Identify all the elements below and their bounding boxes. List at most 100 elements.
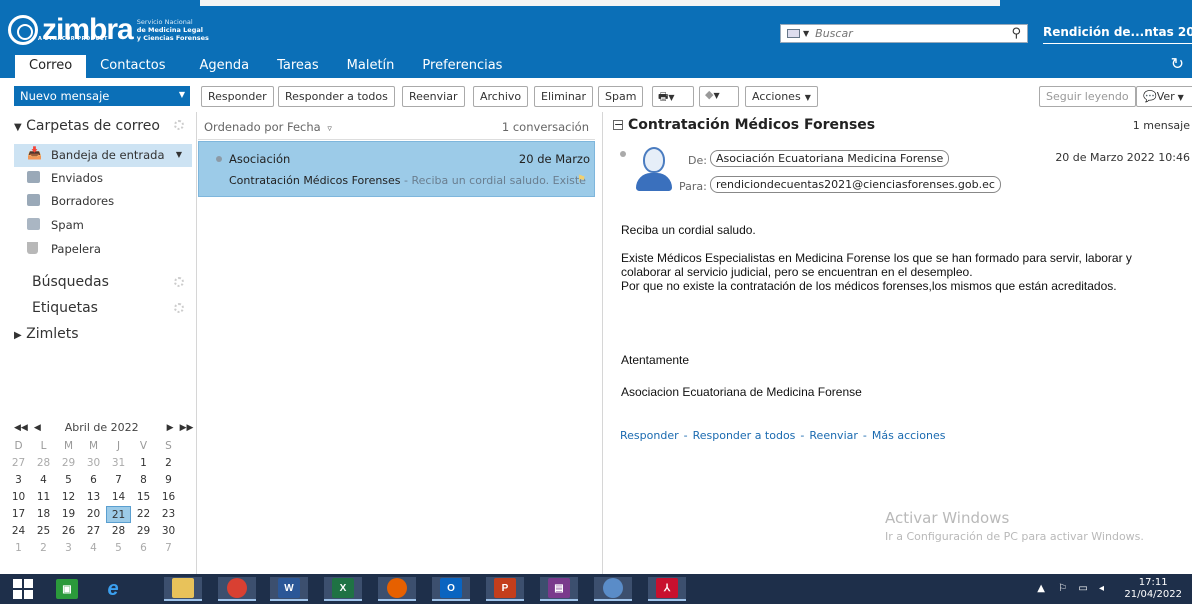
forward-link[interactable]: Reenviar: [809, 429, 858, 442]
clock[interactable]: 17:11 21/04/2022: [1124, 577, 1182, 601]
print-button[interactable]: 🖶▼: [652, 86, 694, 107]
next-year-icon[interactable]: ▶▶: [180, 423, 194, 433]
tags-header[interactable]: Etiquetas: [32, 300, 98, 316]
calendar-day[interactable]: 27: [6, 455, 31, 472]
calendar-day[interactable]: 17: [6, 506, 31, 523]
calendar-day[interactable]: 3: [6, 472, 31, 489]
calendar-day[interactable]: 1: [131, 455, 156, 472]
calendar-day[interactable]: 2: [31, 540, 56, 557]
calendar-day[interactable]: 2: [156, 455, 181, 472]
calendar-day[interactable]: 4: [31, 472, 56, 489]
from-address[interactable]: Asociación Ecuatoriana Medicina Forense: [710, 150, 950, 167]
calendar-day[interactable]: 28: [106, 523, 131, 540]
view-button[interactable]: 💬Ver ▼: [1136, 86, 1192, 107]
collapse-icon[interactable]: −: [613, 119, 623, 130]
pane-divider[interactable]: [196, 112, 197, 574]
to-address[interactable]: rendiciondecuentas2021@cienciasforenses.…: [710, 176, 1001, 193]
calendar-day[interactable]: 29: [56, 455, 81, 472]
calendar-day[interactable]: 30: [81, 455, 106, 472]
calendar-day[interactable]: 12: [56, 489, 81, 506]
keep-reading-button[interactable]: Seguir leyendo: [1039, 86, 1136, 107]
expand-triangle-icon[interactable]: ▶: [14, 330, 22, 341]
tab-preferencias[interactable]: Preferencias: [408, 55, 516, 78]
search-icon[interactable]: ⚲: [1011, 26, 1021, 41]
calendar-day[interactable]: 30: [156, 523, 181, 540]
calendar-day[interactable]: 5: [106, 540, 131, 557]
chevron-down-icon[interactable]: ▼: [179, 90, 185, 99]
next-month-icon[interactable]: ▶: [167, 423, 174, 433]
sort-icon[interactable]: ▿: [327, 124, 332, 134]
chevron-down-icon[interactable]: ▼: [803, 29, 809, 38]
taskbar-chrome[interactable]: [218, 577, 256, 601]
taskbar-explorer[interactable]: [164, 577, 202, 601]
sort-label[interactable]: Ordenado por Fecha: [204, 120, 321, 134]
calendar-day[interactable]: 18: [31, 506, 56, 523]
volume-icon[interactable]: ◂: [1099, 583, 1104, 594]
sidebar-item-trash[interactable]: Papelera: [14, 238, 192, 261]
calendar-day[interactable]: 6: [81, 472, 106, 489]
user-menu[interactable]: Rendición de...ntas 2021▼: [1043, 25, 1192, 44]
mail-folders-header[interactable]: ▼ Carpetas de correo: [14, 118, 160, 134]
mail-scope-icon[interactable]: [787, 29, 800, 38]
new-message-button[interactable]: Nuevo mensaje ▼: [14, 86, 190, 106]
calendar-day[interactable]: 7: [106, 472, 131, 489]
tab-agenda[interactable]: Agenda: [185, 55, 263, 78]
calendar-day[interactable]: 7: [156, 540, 181, 557]
calendar-day[interactable]: 26: [56, 523, 81, 540]
sidebar-item-inbox[interactable]: 📥 Bandeja de entrada ▼: [14, 144, 192, 167]
read-status-dot-icon[interactable]: [620, 151, 626, 157]
calendar-day[interactable]: 23: [156, 506, 181, 523]
refresh-icon[interactable]: ↻: [1171, 54, 1184, 73]
search-box[interactable]: ▼ ⚲: [780, 24, 1028, 43]
tag-button[interactable]: ◆▼: [699, 86, 739, 107]
calendar-day[interactable]: 1: [6, 540, 31, 557]
flag-icon[interactable]: ⚑: [577, 174, 586, 185]
gear-icon[interactable]: [174, 120, 184, 130]
tab-contactos[interactable]: Contactos: [86, 55, 179, 78]
calendar-day[interactable]: 6: [131, 540, 156, 557]
calendar-day[interactable]: 5: [56, 472, 81, 489]
more-actions-link[interactable]: Más acciones: [872, 429, 946, 442]
calendar-day[interactable]: 14: [106, 489, 131, 506]
tab-correo[interactable]: Correo: [15, 55, 87, 78]
taskbar-paint[interactable]: [594, 577, 632, 601]
calendar-day[interactable]: 8: [131, 472, 156, 489]
searches-header[interactable]: Búsquedas: [32, 274, 109, 290]
calendar-day[interactable]: 15: [131, 489, 156, 506]
chevron-up-icon[interactable]: ▲: [1037, 583, 1045, 594]
prev-month-icon[interactable]: ◀: [34, 423, 41, 433]
taskbar-acrobat[interactable]: ⅄: [648, 577, 686, 601]
prev-year-icon[interactable]: ◀◀: [14, 423, 28, 433]
calendar-day[interactable]: 28: [31, 455, 56, 472]
user-name[interactable]: Rendición de...ntas 2021: [1043, 25, 1192, 44]
calendar-day[interactable]: 22: [131, 506, 156, 523]
chevron-down-icon[interactable]: ▼: [176, 150, 182, 159]
calendar-day[interactable]: 3: [56, 540, 81, 557]
calendar-day[interactable]: 4: [81, 540, 106, 557]
reply-all-button[interactable]: Responder a todos: [278, 86, 395, 107]
search-input[interactable]: [815, 27, 996, 40]
pane-divider[interactable]: [602, 112, 603, 574]
gear-icon[interactable]: [174, 303, 184, 313]
gear-icon[interactable]: [174, 277, 184, 287]
tab-maletin[interactable]: Maletín: [333, 55, 409, 78]
taskbar-powerpoint[interactable]: P: [486, 577, 524, 601]
calendar-day[interactable]: 11: [31, 489, 56, 506]
calendar-day[interactable]: 19: [56, 506, 81, 523]
sidebar-item-sent[interactable]: Enviados: [14, 167, 192, 190]
collapse-triangle-icon[interactable]: ▼: [14, 122, 22, 133]
forward-button[interactable]: Reenviar: [402, 86, 465, 107]
calendar-day[interactable]: 29: [131, 523, 156, 540]
taskbar-outlook[interactable]: O: [432, 577, 470, 601]
zimbra-logo[interactable]: zimbra Servicio Nacional de Medicina Leg…: [8, 12, 209, 48]
actions-button[interactable]: Acciones ▼: [745, 86, 818, 107]
taskbar-word[interactable]: W: [270, 577, 308, 601]
delete-button[interactable]: Eliminar: [534, 86, 594, 107]
taskbar-firefox[interactable]: [378, 577, 416, 601]
taskbar-store[interactable]: ▣: [48, 577, 86, 601]
calendar-day[interactable]: 9: [156, 472, 181, 489]
calendar-day[interactable]: 10: [6, 489, 31, 506]
tab-tareas[interactable]: Tareas: [263, 55, 333, 78]
calendar-day[interactable]: 16: [156, 489, 181, 506]
reply-button[interactable]: Responder: [201, 86, 274, 107]
